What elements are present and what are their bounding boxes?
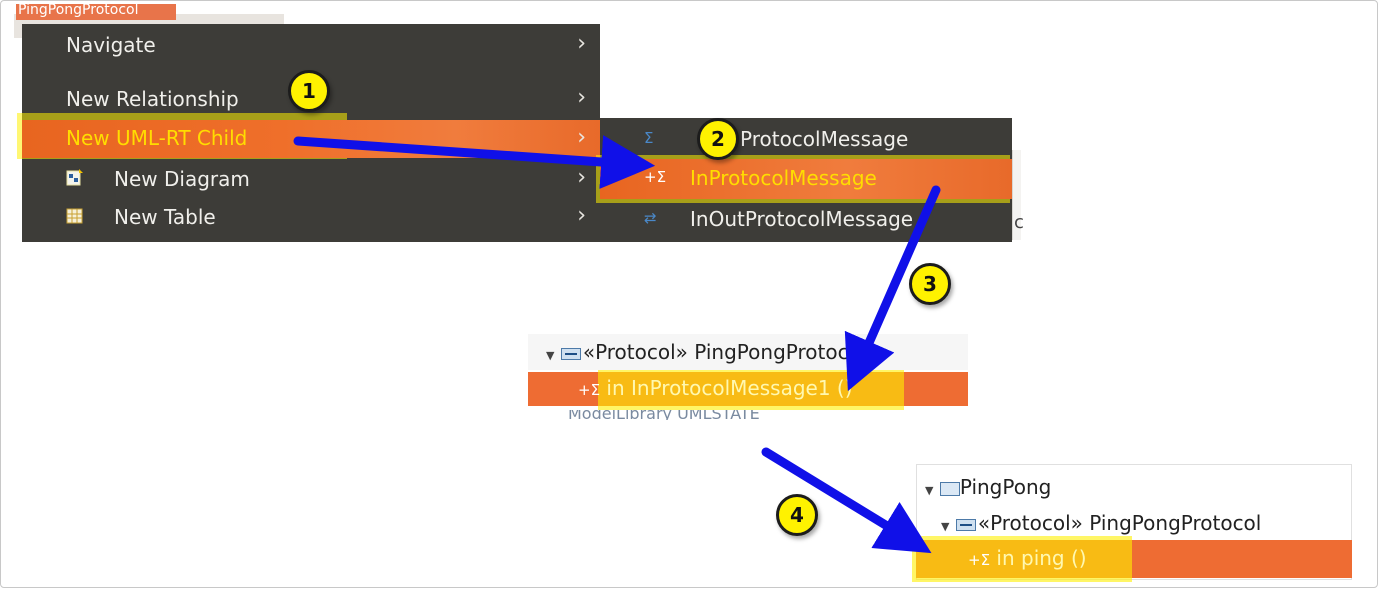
step-badge-3: 3	[909, 263, 951, 305]
step-badge-1: 1	[288, 70, 330, 112]
step-badge-4: 4	[776, 494, 818, 536]
annotation-arrows	[293, 135, 941, 554]
step-badge-2: 2	[697, 118, 739, 160]
arrow-step-1-2	[293, 135, 656, 189]
